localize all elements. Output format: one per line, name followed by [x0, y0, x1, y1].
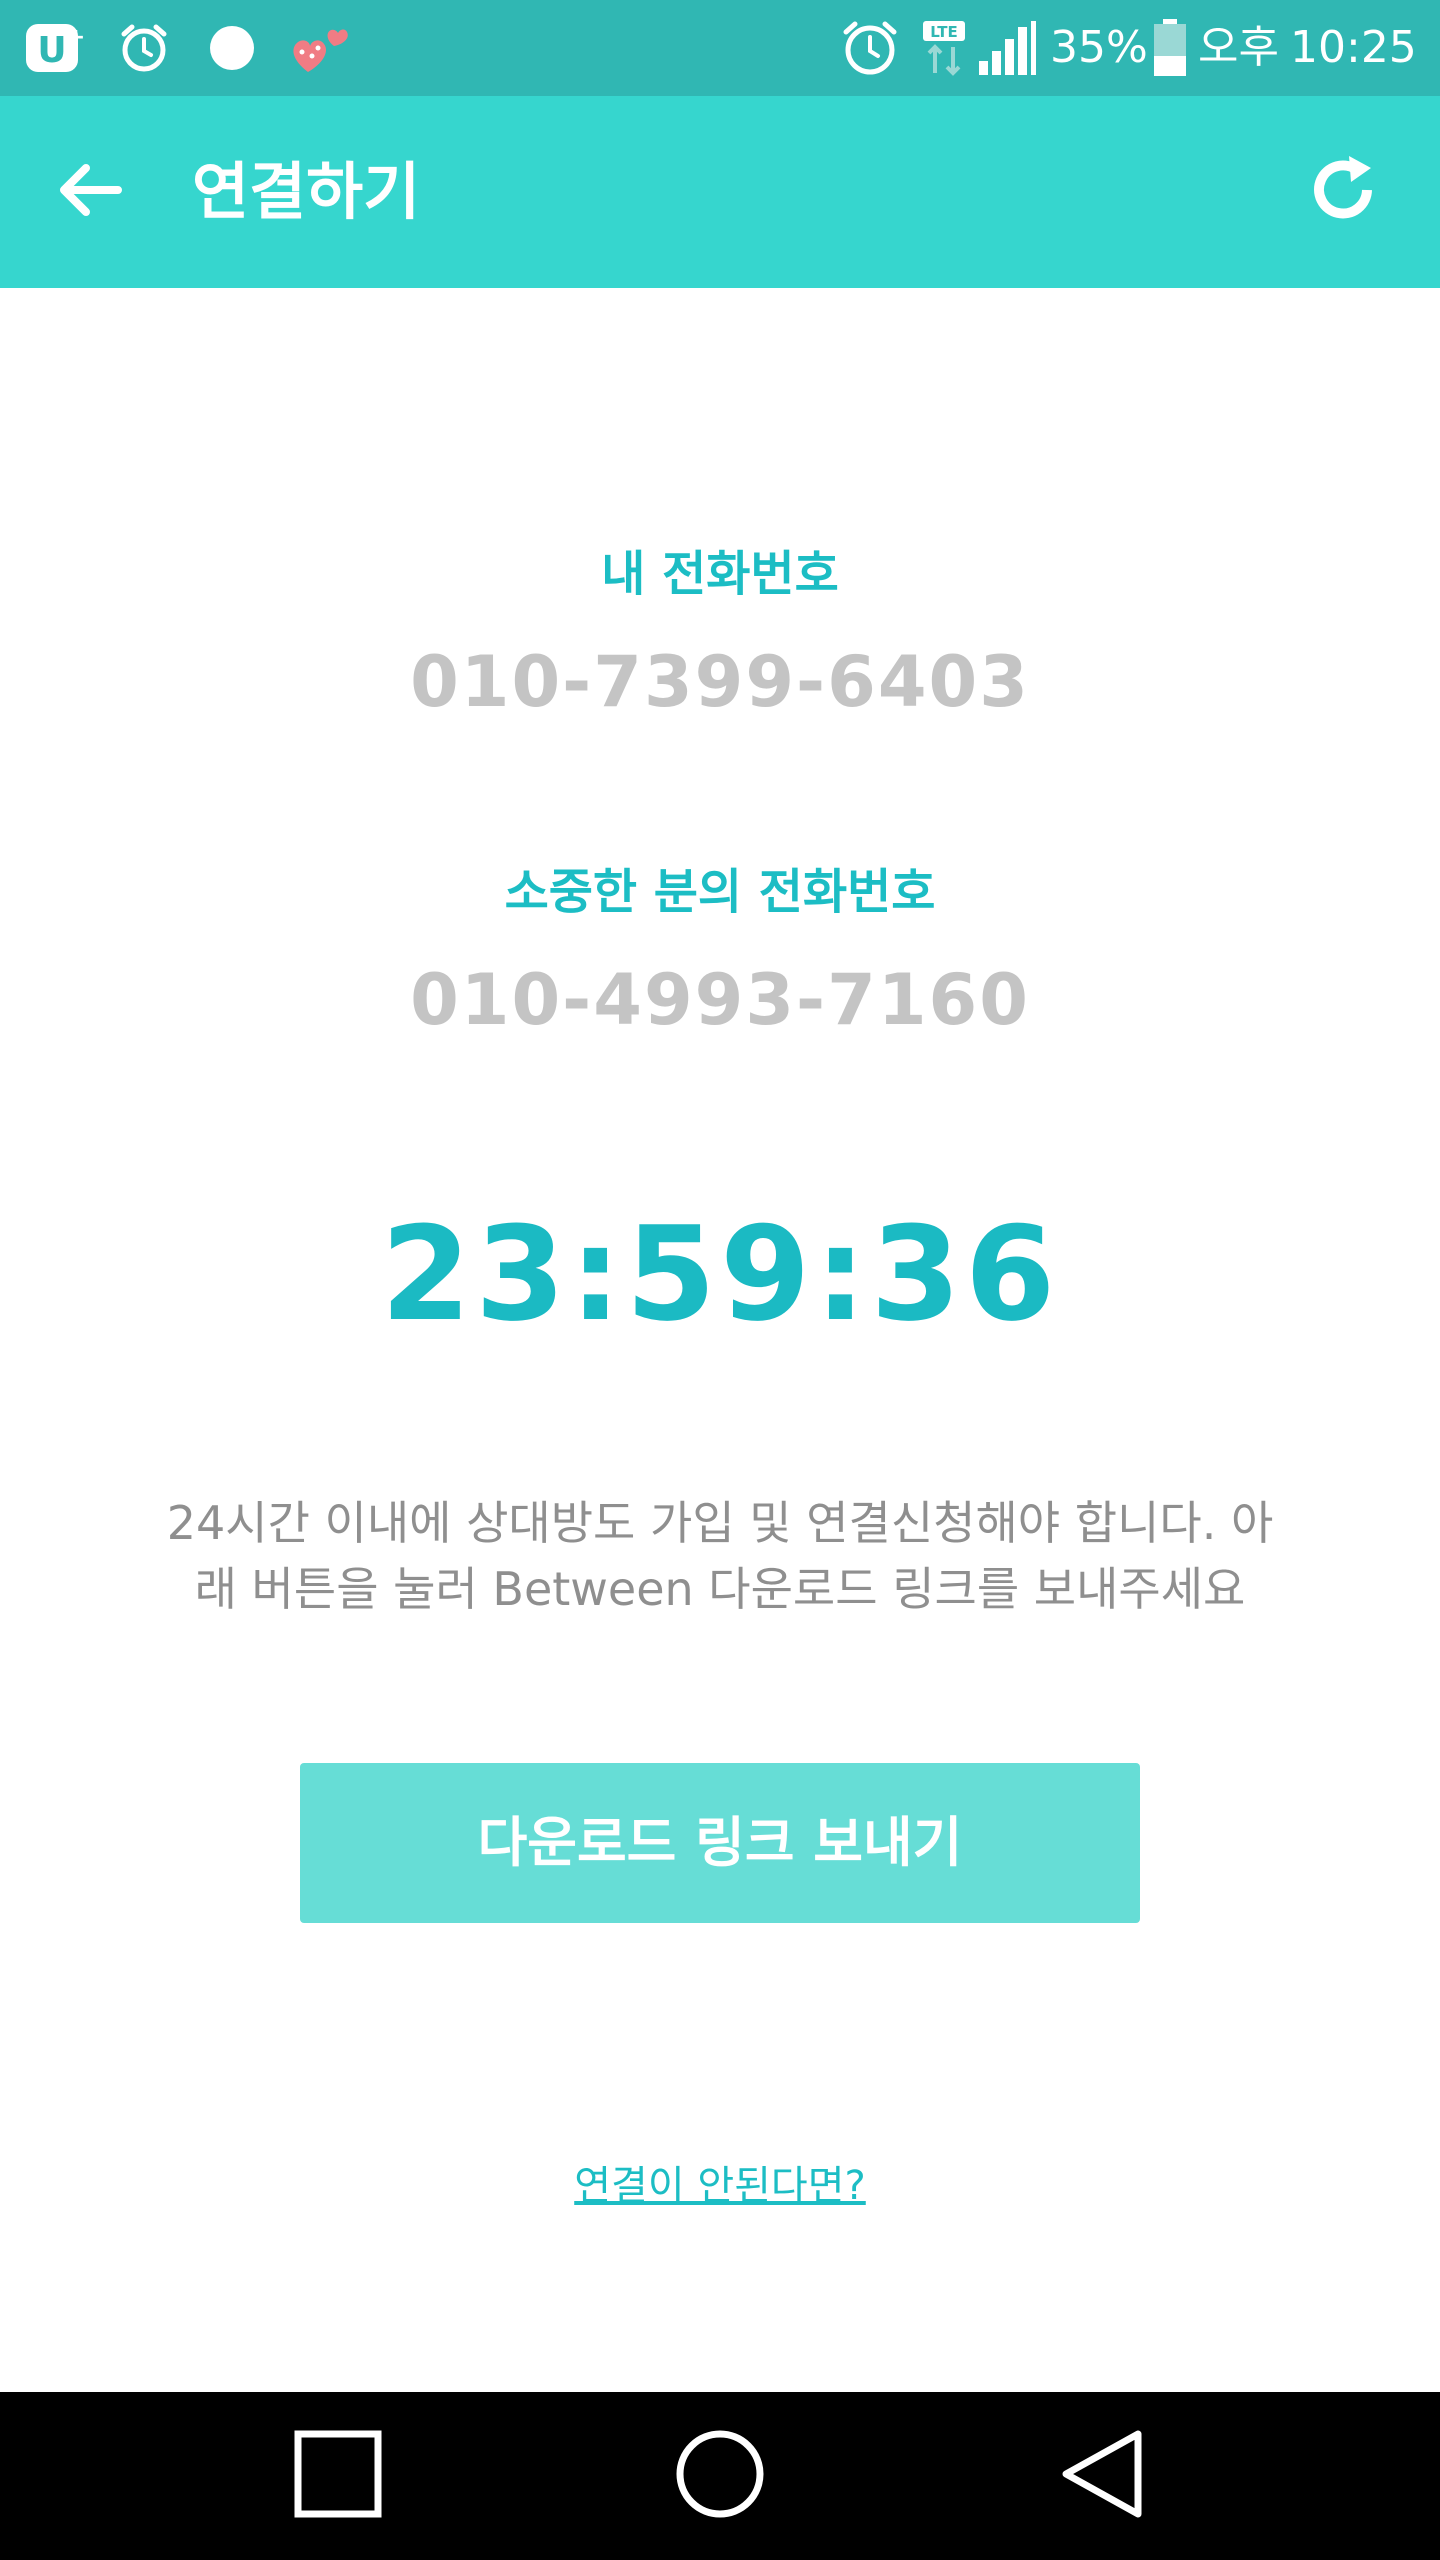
carrier-u-icon: U + [22, 18, 90, 78]
home-icon [672, 2426, 768, 2526]
nav-back-button[interactable] [1042, 2416, 1162, 2536]
my-phone-number: 010-7399-6403 [410, 641, 1030, 723]
hearts-icon [286, 18, 356, 78]
partner-phone-number: 010-4993-7160 [410, 959, 1030, 1041]
navigation-bar [0, 2392, 1440, 2560]
svg-text:U: U [37, 30, 66, 71]
instruction-text: 24시간 이내에 상대방도 가입 및 연결신청해야 합니다. 아래 버튼을 눌러… [166, 1496, 1274, 1616]
refresh-button[interactable] [1290, 142, 1400, 242]
battery-icon [1150, 18, 1190, 78]
circle-icon [204, 18, 260, 78]
send-download-link-button[interactable]: 다운로드 링크 보내기 [300, 1763, 1140, 1923]
page-title: 연결하기 [192, 155, 421, 228]
connection-help-link[interactable]: 연결이 안된다면? [0, 2156, 1440, 2216]
signal-icon [976, 18, 1038, 78]
alarm-icon [116, 18, 172, 78]
countdown-timer: 23:59:36 [380, 1198, 1060, 1350]
partner-phone-label: 소중한 분의 전화번호 [504, 864, 936, 920]
time-period: 오후 [1198, 22, 1279, 73]
connect-screen: U + LTE 35% 오후 10:25 연결하기 내 전화번호 010-739… [0, 0, 1440, 2560]
lte-icon: LTE [920, 18, 968, 78]
status-bar: U + LTE 35% 오후 10:25 [0, 0, 1440, 96]
recent-apps-button[interactable] [278, 2416, 398, 2536]
home-button[interactable] [660, 2416, 780, 2536]
recent-apps-icon [290, 2426, 386, 2526]
app-bar: 연결하기 [0, 96, 1440, 288]
arrow-left-icon [54, 154, 126, 230]
my-phone-label: 내 전화번호 [601, 546, 839, 602]
status-time: 10:25 [1290, 22, 1417, 73]
battery-percent: 35% [1050, 22, 1148, 73]
svg-text:+: + [67, 25, 85, 50]
back-triangle-icon [1054, 2426, 1150, 2526]
back-button[interactable] [40, 142, 140, 242]
svg-text:LTE: LTE [930, 23, 958, 41]
alarm-icon [838, 18, 902, 78]
refresh-icon [1305, 150, 1385, 234]
